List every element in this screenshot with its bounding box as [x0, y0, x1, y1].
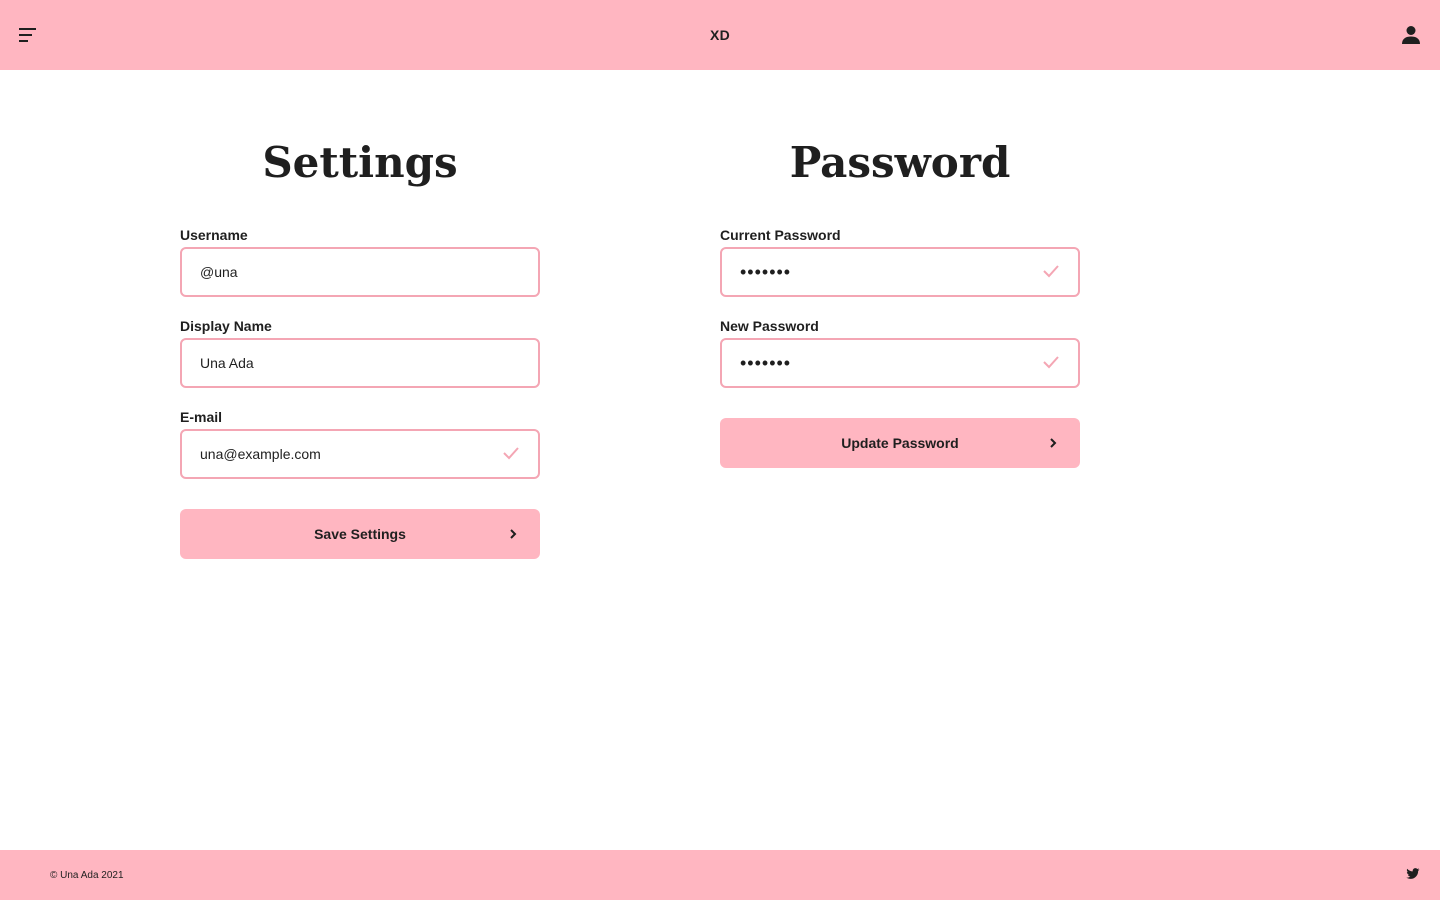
username-label: Username [180, 227, 248, 243]
update-password-label: Update Password [841, 435, 959, 451]
username-input[interactable] [200, 249, 494, 295]
new-password-field-box [720, 338, 1080, 388]
app-header: XD [0, 0, 1440, 70]
email-field-box [180, 429, 540, 479]
brand-title: XD [709, 27, 731, 43]
current-password-label: Current Password [720, 227, 841, 243]
copyright-text: © Una Ada 2021 [50, 870, 124, 881]
menu-button[interactable] [18, 25, 38, 45]
username-field-box [180, 247, 540, 297]
display-name-label: Display Name [180, 318, 272, 334]
email-label: E-mail [180, 409, 223, 425]
user-icon [1402, 26, 1420, 44]
new-password-label: New Password [720, 318, 819, 334]
twitter-icon[interactable] [1406, 868, 1420, 880]
hamburger-icon [19, 28, 36, 42]
user-button[interactable] [1400, 24, 1422, 46]
chevron-right-icon [510, 529, 517, 539]
app-footer: © Una Ada 2021 [0, 850, 1440, 900]
email-valid-check-icon [503, 447, 519, 460]
email-input[interactable] [200, 431, 494, 477]
current-password-field-box [720, 247, 1080, 297]
current-password-input[interactable] [740, 249, 1034, 295]
password-title: Password [789, 138, 1011, 187]
update-password-button[interactable]: Update Password [720, 418, 1080, 468]
new-password-valid-check-icon [1043, 356, 1059, 369]
save-settings-label: Save Settings [314, 526, 406, 542]
current-password-valid-check-icon [1043, 265, 1059, 278]
save-settings-button[interactable]: Save Settings [180, 509, 540, 559]
settings-title: Settings [262, 138, 458, 187]
display-name-input[interactable] [200, 340, 494, 386]
new-password-input[interactable] [740, 340, 1034, 386]
chevron-right-icon [1050, 438, 1057, 448]
display-name-field-box [180, 338, 540, 388]
